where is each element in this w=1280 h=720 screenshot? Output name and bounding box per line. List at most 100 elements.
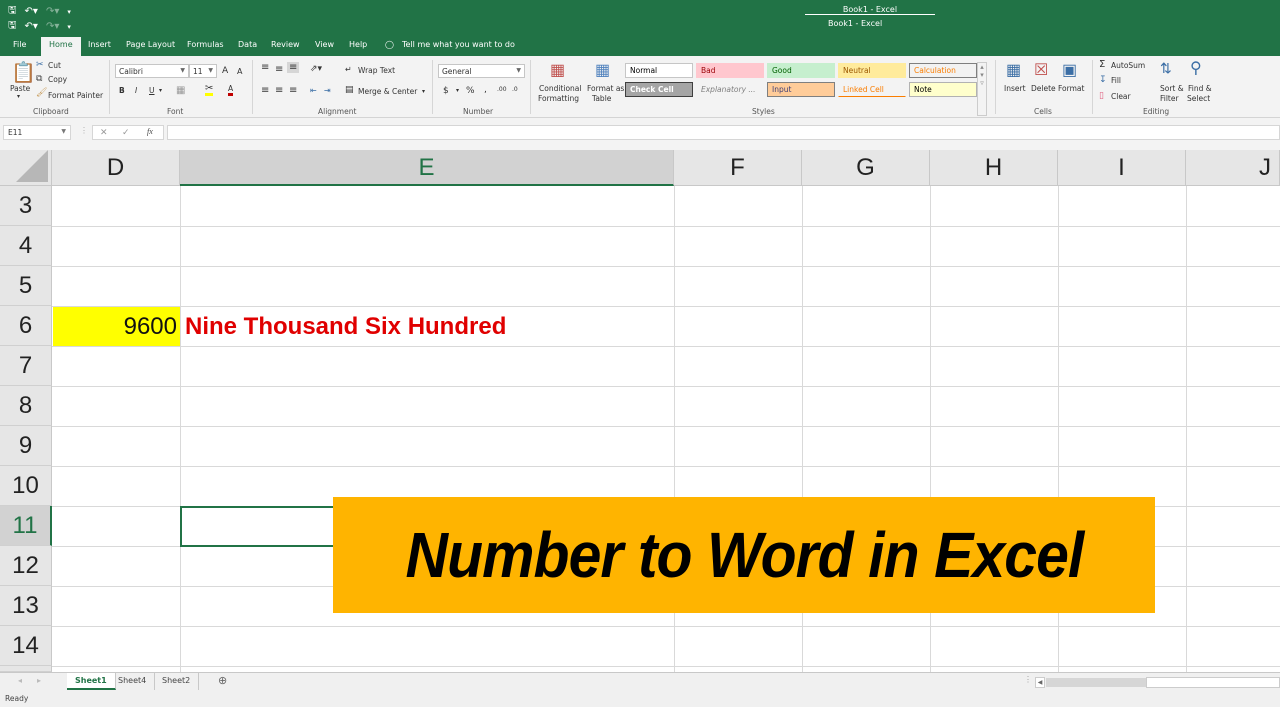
redo-icon[interactable]: ↷▾ [46,6,59,17]
splitter-handle[interactable]: ⋮ [1024,675,1032,684]
cell-style-good[interactable]: Good [767,63,835,78]
tab-file[interactable]: File [13,40,26,49]
column-header-d[interactable]: D [52,150,180,186]
row-header-10[interactable]: 10 [0,466,52,506]
tab-view[interactable]: View [315,40,334,49]
bottom-align-icon[interactable]: ≡ [287,62,300,73]
font-size-select[interactable]: 11 ▼ [189,64,217,78]
cell-style-check-cell[interactable]: Check Cell [625,82,693,97]
redo-icon[interactable]: ↷▾ [46,21,59,32]
sort-filter-button-line2[interactable]: Filter [1160,94,1179,103]
delete-cells-button[interactable]: Delete [1031,84,1056,93]
font-color-button[interactable]: A [228,85,234,96]
tab-insert[interactable]: Insert [88,40,111,49]
fill-color-icon[interactable]: ✂ [205,84,214,96]
tab-data[interactable]: Data [238,40,257,49]
scroll-left-icon[interactable]: ◂ [18,676,22,685]
cut-button[interactable]: Cut [48,61,61,70]
tab-page-layout[interactable]: Page Layout [126,40,175,49]
format-painter-button[interactable]: Format Painter [48,91,103,100]
cell-style-linked-cell[interactable]: Linked Cell [838,82,906,97]
copy-button[interactable]: Copy [48,75,67,84]
fill-button[interactable]: Fill [1111,76,1121,85]
orientation-icon[interactable]: ⇗▾ [310,64,322,74]
cell-style-note[interactable]: Note [909,82,977,97]
row-header-5[interactable]: 5 [0,266,52,306]
undo-icon[interactable]: ↶▾ [25,6,38,17]
styles-gallery-scrollbar[interactable]: ▴ ▾ ▿ [977,62,987,116]
increase-decimal-button[interactable]: .00 [497,86,507,93]
column-header-h[interactable]: H [930,150,1058,186]
tab-home[interactable]: Home [41,37,81,56]
column-header-g[interactable]: G [802,150,930,186]
row-header-9[interactable]: 9 [0,426,52,466]
hscroll-track[interactable] [1046,678,1146,687]
align-right-icon[interactable]: ≡ [289,85,297,96]
row-header-12[interactable]: 12 [0,546,52,586]
tab-review[interactable]: Review [271,40,300,49]
column-header-f[interactable]: F [674,150,802,186]
align-left-icon[interactable]: ≡ [261,85,269,96]
currency-button[interactable]: $ [443,86,449,96]
scroll-right-icon[interactable]: ▸ [37,676,41,685]
customize-qat-icon[interactable]: ▾ [67,23,71,31]
format-as-table-button-line2[interactable]: Table [592,94,611,103]
row-header-7[interactable]: 7 [0,346,52,386]
hscroll-thumb[interactable] [1146,677,1280,688]
row-header-14[interactable]: 14 [0,626,52,666]
select-all-button[interactable] [0,150,52,186]
paste-icon[interactable]: 📋 [11,60,36,85]
italic-button[interactable]: I [135,86,137,95]
wrap-text-button[interactable]: Wrap Text [358,66,395,75]
tab-formulas[interactable]: Formulas [187,40,224,49]
cell-style-bad[interactable]: Bad [696,63,764,78]
row-header-13[interactable]: 13 [0,586,52,626]
percent-button[interactable]: % [466,86,475,96]
clear-button[interactable]: Clear [1111,92,1131,101]
decrease-decimal-button[interactable]: .0 [512,86,518,93]
sheet-tab-sheet2[interactable]: Sheet2 [154,673,200,690]
column-header-i[interactable]: I [1058,150,1186,186]
top-align-icon[interactable]: ≡ [261,62,269,73]
paste-dropdown-icon[interactable]: ▾ [17,93,20,100]
cell-style-input[interactable]: Input [767,82,835,97]
merge-center-button[interactable]: Merge & Center [358,87,417,96]
shrink-font-button[interactable]: A [237,67,242,76]
cell-e6[interactable]: Nine Thousand Six Hundred [185,307,506,346]
align-center-icon[interactable]: ≡ [275,85,283,96]
customize-qat-icon[interactable]: ▾ [67,8,71,16]
name-box[interactable]: E11 ▼ [3,125,71,140]
cancel-icon[interactable]: ✕ [100,127,108,138]
cell-style-normal[interactable]: Normal [625,63,693,78]
row-header-4[interactable]: 4 [0,226,52,266]
row-header-3[interactable]: 3 [0,186,52,226]
underline-dropdown-icon[interactable]: ▾ [159,87,162,94]
sort-filter-button[interactable]: Sort & [1160,84,1184,93]
cell-style-calculation[interactable]: Calculation [909,63,977,78]
decrease-indent-icon[interactable]: ⇤ [310,86,317,95]
tab-help[interactable]: Help [349,40,367,49]
find-select-button[interactable]: Find & [1188,84,1212,93]
column-header-j[interactable]: J [1186,150,1280,186]
find-select-button-line2[interactable]: Select [1187,94,1210,103]
underline-button[interactable]: U [149,86,155,95]
format-as-table-button[interactable]: Format as [587,84,624,93]
merge-dropdown-icon[interactable]: ▾ [422,88,425,95]
paste-button[interactable]: Paste [10,84,30,93]
autosum-button[interactable]: AutoSum [1111,61,1145,70]
row-header-6[interactable]: 6 [0,306,52,346]
middle-align-icon[interactable]: ≡ [275,64,283,75]
row-header-8[interactable]: 8 [0,386,52,426]
formula-input[interactable] [167,125,1280,140]
borders-icon[interactable]: ▦ [176,85,185,96]
add-sheet-icon[interactable]: ⊕ [218,674,227,687]
conditional-formatting-button[interactable]: Conditional [539,84,581,93]
enter-icon[interactable]: ✓ [122,127,130,138]
sheet-tab-sheet1[interactable]: Sheet1 [67,673,116,690]
column-header-e[interactable]: E [180,150,674,186]
save-icon[interactable]: 🖫 [8,18,17,35]
bold-button[interactable]: B [119,86,125,95]
number-format-select[interactable]: General ▼ [438,64,525,78]
insert-function-icon[interactable]: fx [147,127,153,136]
currency-dropdown-icon[interactable]: ▾ [456,87,459,94]
